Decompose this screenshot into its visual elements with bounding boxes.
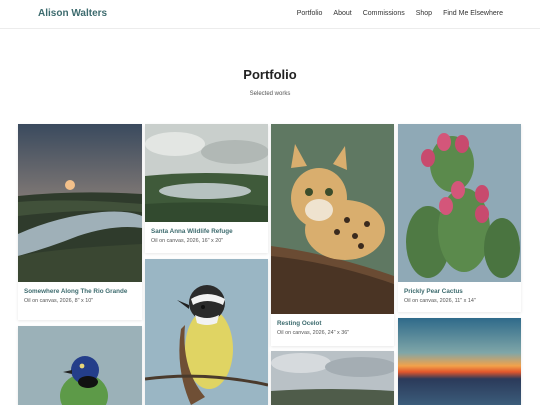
artwork-image-ocelot[interactable]	[271, 124, 394, 314]
nav-commissions[interactable]: Commissions	[363, 10, 405, 17]
artwork-card-rio-grande[interactable]: Somewhere Along The Rio Grande Oil on ca…	[18, 124, 142, 320]
site-header: Alison Walters Portfolio About Commissio…	[0, 0, 540, 29]
artwork-title[interactable]: Somewhere Along The Rio Grande	[24, 288, 136, 296]
artwork-meta: Oil on canvas, 2026, 16" x 20"	[151, 238, 224, 244]
nav-find-me-elsewhere[interactable]: Find Me Elsewhere	[443, 10, 503, 17]
artwork-image-green-jay[interactable]	[18, 326, 142, 405]
artwork-meta: Oil on canvas, 2026, 8" x 10"	[24, 298, 94, 304]
artwork-title[interactable]: Santa Anna Wildlife Refuge	[151, 228, 263, 236]
artwork-image-sunset[interactable]	[398, 318, 521, 405]
artwork-card-kiskadee[interactable]	[145, 259, 268, 405]
artwork-meta: Oil on canvas, 2026, 24" x 36"	[277, 330, 350, 336]
nav-about[interactable]: About	[333, 10, 351, 17]
main-nav: Portfolio About Commissions Shop Find Me…	[297, 10, 503, 17]
artwork-image-prickly-pear[interactable]	[398, 124, 521, 282]
artwork-card-santa-anna[interactable]: Santa Anna Wildlife Refuge Oil on canvas…	[145, 124, 268, 253]
nav-portfolio[interactable]: Portfolio	[297, 10, 323, 17]
artwork-image-cloudy-field[interactable]	[271, 351, 394, 405]
artwork-title[interactable]: Prickly Pear Cactus	[404, 288, 516, 296]
nav-shop[interactable]: Shop	[416, 10, 432, 17]
artwork-meta: Oil on canvas, 2026, 11" x 14"	[404, 298, 476, 304]
artwork-card-sunset[interactable]	[398, 318, 521, 405]
brand-link[interactable]: Alison Walters	[38, 8, 107, 19]
page-subtitle: Selected works	[249, 91, 291, 97]
artwork-image-santa-anna[interactable]	[145, 124, 268, 222]
artwork-card-cloudy-field[interactable]	[271, 351, 394, 405]
page-title: Portfolio	[243, 67, 297, 82]
artwork-image-rio-grande[interactable]	[18, 124, 142, 282]
artwork-image-kiskadee[interactable]	[145, 259, 268, 405]
artwork-card-green-jay[interactable]	[18, 326, 142, 405]
artwork-card-prickly-pear[interactable]: Prickly Pear Cactus Oil on canvas, 2026,…	[398, 124, 521, 312]
artwork-title[interactable]: Resting Ocelot	[277, 320, 389, 328]
artwork-card-ocelot[interactable]: Resting Ocelot Oil on canvas, 2026, 24" …	[271, 124, 394, 346]
